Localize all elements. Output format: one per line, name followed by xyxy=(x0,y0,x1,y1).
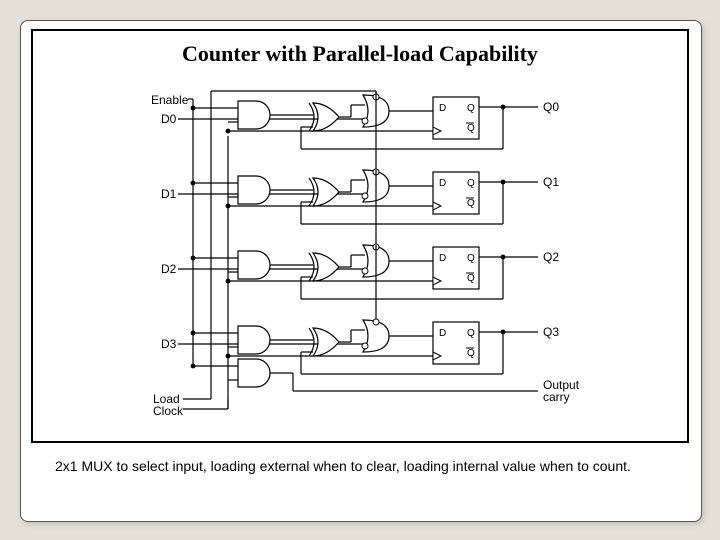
xor-gate-3 xyxy=(309,328,339,356)
carry-stage: Output carry xyxy=(191,359,580,404)
xor-gate-0 xyxy=(309,103,339,131)
flipflop-3 xyxy=(433,322,479,364)
label-d0: D0 xyxy=(161,112,177,126)
caption-text: 2x1 MUX to select input, loading externa… xyxy=(55,457,667,476)
label-carry: carry xyxy=(543,390,570,404)
flipflop-1 xyxy=(433,172,479,214)
and-gate-2 xyxy=(238,251,270,279)
xor-gate-2 xyxy=(309,253,339,281)
and-gate-3 xyxy=(238,326,270,354)
label-d2: D2 xyxy=(161,262,177,276)
and-gate-1 xyxy=(238,176,270,204)
label-q2: Q2 xyxy=(543,250,559,264)
circuit-svg: D Q Q xyxy=(33,31,687,441)
stage-2: D2 Q2 xyxy=(161,170,559,299)
label-q1: Q1 xyxy=(543,175,559,189)
stage-1: D1 Q1 xyxy=(161,91,559,224)
stage-0: D0 xyxy=(161,91,559,149)
carry-and-gate xyxy=(238,359,270,387)
label-enable: Enable xyxy=(151,93,189,107)
xor-gate-1 xyxy=(309,178,339,206)
label-d3: D3 xyxy=(161,337,177,351)
slide-frame: Counter with Parallel-load Capability xyxy=(20,20,702,522)
label-q3: Q3 xyxy=(543,325,559,339)
diagram-panel: Counter with Parallel-load Capability xyxy=(31,29,689,443)
and-gate-0 xyxy=(238,101,270,129)
flipflop-0 xyxy=(433,97,479,139)
label-clock: Clock xyxy=(153,404,184,418)
stage-3: D3 Q3 xyxy=(161,245,559,374)
label-d1: D1 xyxy=(161,187,177,201)
label-q0: Q0 xyxy=(543,100,559,114)
flipflop-2 xyxy=(433,247,479,289)
